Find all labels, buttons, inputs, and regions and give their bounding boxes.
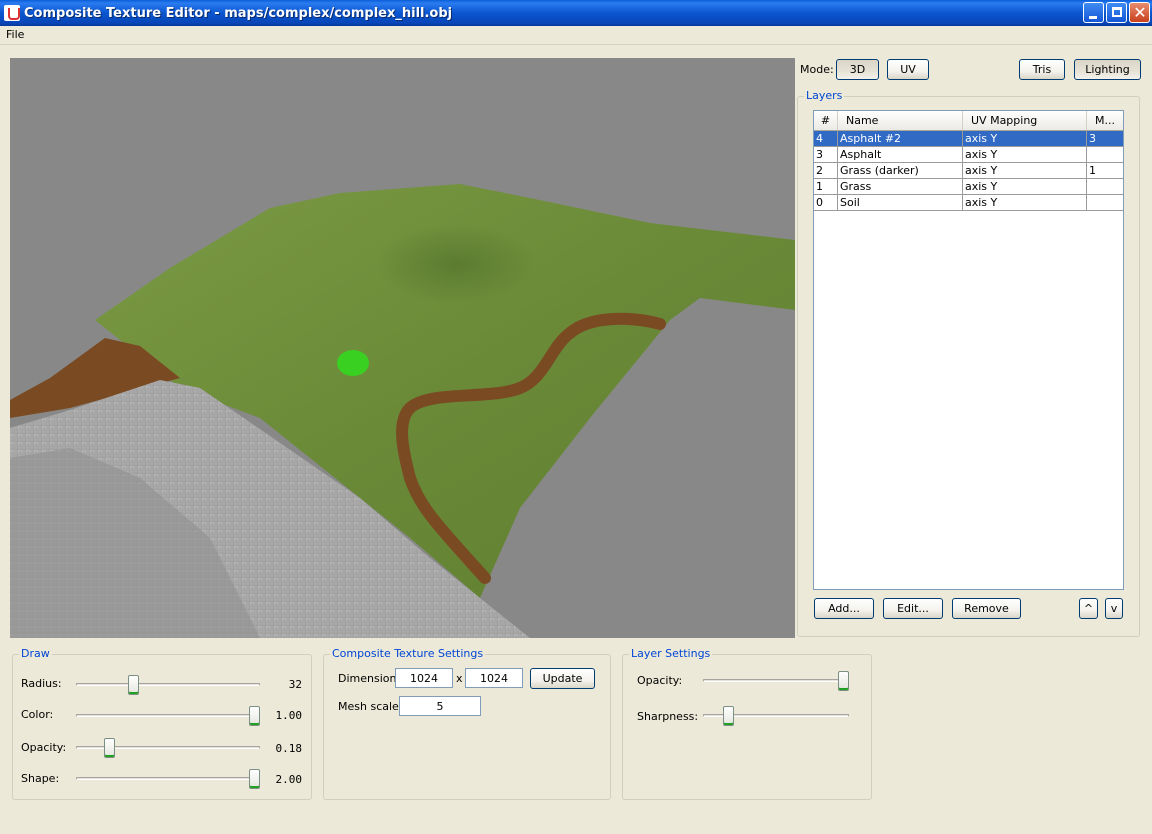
layers-group-title: Layers <box>804 89 845 102</box>
cell-m: 3 <box>1089 132 1096 145</box>
col-header-num[interactable]: # <box>814 111 838 130</box>
color-slider[interactable] <box>76 705 260 726</box>
cell-num: 0 <box>814 195 838 210</box>
menu-bar: File <box>0 26 1152 45</box>
cell-name: Grass (darker) <box>838 163 963 178</box>
cell-uv: axis Y <box>963 179 1087 194</box>
slider-track <box>76 714 260 717</box>
window-controls: ✕ <box>1083 2 1150 23</box>
layers-table-header: # Name UV Mapping M... <box>814 111 1123 131</box>
composite-settings-title: Composite Texture Settings <box>330 647 486 660</box>
mesh-scale-label: Mesh scale: <box>338 700 403 713</box>
3d-viewport[interactable] <box>10 58 795 638</box>
restore-icon <box>1112 7 1122 17</box>
layers-table[interactable]: # Name UV Mapping M... 4 Asphalt #2 axis… <box>813 110 1124 590</box>
slider-thumb[interactable] <box>838 671 849 691</box>
cell-m <box>1087 147 1123 162</box>
cell-m <box>1087 179 1123 194</box>
col-header-uv-mapping[interactable]: UV Mapping <box>963 111 1087 130</box>
cell-num: 1 <box>814 179 838 194</box>
layer-opacity-slider[interactable] <box>703 670 849 691</box>
radius-slider[interactable] <box>76 674 260 695</box>
slider-track <box>76 683 260 686</box>
add-layer-button[interactable]: Add... <box>814 598 874 619</box>
cell-m <box>1087 195 1123 210</box>
cell-uv: axis Y <box>963 195 1087 210</box>
mesh-scale-field[interactable] <box>399 696 481 716</box>
slider-thumb[interactable] <box>128 675 140 695</box>
slider-thumb[interactable] <box>104 738 116 758</box>
dimension-label: Dimension: <box>338 672 401 685</box>
move-down-button[interactable]: v <box>1105 598 1123 619</box>
mode-3d-button[interactable]: 3D <box>836 59 879 80</box>
cell-uv: axis Y <box>963 163 1087 178</box>
java-app-icon <box>4 5 20 21</box>
opacity-slider[interactable] <box>76 737 260 758</box>
table-row[interactable]: 1 Grass axis Y <box>814 179 1123 195</box>
minimize-button[interactable] <box>1083 2 1104 23</box>
slider-track <box>76 777 260 780</box>
color-label: Color: <box>21 708 54 721</box>
table-row[interactable]: 2 Grass (darker) axis Y 1 <box>814 163 1123 179</box>
dimension-x-label: x <box>456 672 463 685</box>
col-header-name[interactable]: Name <box>838 111 963 130</box>
cell-uv: axis Y <box>963 147 1087 162</box>
radius-label: Radius: <box>21 677 62 690</box>
dimension-width-field[interactable] <box>395 668 453 688</box>
restore-button[interactable] <box>1106 2 1127 23</box>
cell-m: 1 <box>1089 164 1096 177</box>
layer-settings-title: Layer Settings <box>629 647 713 660</box>
cell-uv: axis Y <box>963 131 1087 146</box>
radius-value: 32 <box>288 678 302 691</box>
draw-group-title: Draw <box>19 647 52 660</box>
color-value: 1.00 <box>275 709 303 722</box>
cell-name: Asphalt <box>838 147 963 162</box>
shape-slider[interactable] <box>76 768 260 789</box>
cell-num: 3 <box>814 147 838 162</box>
slider-track <box>703 679 849 682</box>
table-row[interactable]: 3 Asphalt axis Y <box>814 147 1123 163</box>
table-row[interactable]: 0 Soil axis Y <box>814 195 1123 211</box>
remove-layer-button[interactable]: Remove <box>952 598 1021 619</box>
mode-label: Mode: <box>800 63 834 76</box>
cell-num: 4 <box>814 131 838 146</box>
minimize-icon <box>1089 16 1097 19</box>
lighting-button[interactable]: Lighting <box>1074 59 1141 80</box>
opacity-label: Opacity: <box>21 741 67 754</box>
move-up-button[interactable]: ^ <box>1079 598 1098 619</box>
terrain-render <box>10 184 795 638</box>
menu-file[interactable]: File <box>6 28 24 41</box>
title-bar[interactable]: Composite Texture Editor - maps/complex/… <box>0 0 1152 26</box>
shape-label: Shape: <box>21 772 60 785</box>
close-icon: ✕ <box>1133 3 1147 22</box>
cell-name: Asphalt #2 <box>838 131 963 146</box>
opacity-value: 0.18 <box>275 742 303 755</box>
sharpness-label: Sharpness: <box>637 710 699 723</box>
slider-thumb[interactable] <box>722 706 734 726</box>
cell-name: Grass <box>838 179 963 194</box>
close-button[interactable]: ✕ <box>1129 2 1150 23</box>
mode-uv-button[interactable]: UV <box>887 59 929 80</box>
dimension-height-field[interactable] <box>465 668 523 688</box>
shape-value: 2.00 <box>275 773 303 786</box>
layer-opacity-label: Opacity: <box>637 674 683 687</box>
tris-button[interactable]: Tris <box>1019 59 1065 80</box>
edit-layer-button[interactable]: Edit... <box>883 598 943 619</box>
slider-thumb[interactable] <box>249 769 260 789</box>
cell-num: 2 <box>814 163 838 178</box>
brush-cursor <box>337 350 369 376</box>
table-row[interactable]: 4 Asphalt #2 axis Y 3 <box>814 131 1123 147</box>
col-header-m[interactable]: M... <box>1087 111 1123 130</box>
update-button[interactable]: Update <box>530 668 595 689</box>
slider-thumb[interactable] <box>249 706 260 726</box>
sharpness-slider[interactable] <box>703 705 849 726</box>
window-title: Composite Texture Editor - maps/complex/… <box>24 5 453 21</box>
cell-name: Soil <box>838 195 963 210</box>
